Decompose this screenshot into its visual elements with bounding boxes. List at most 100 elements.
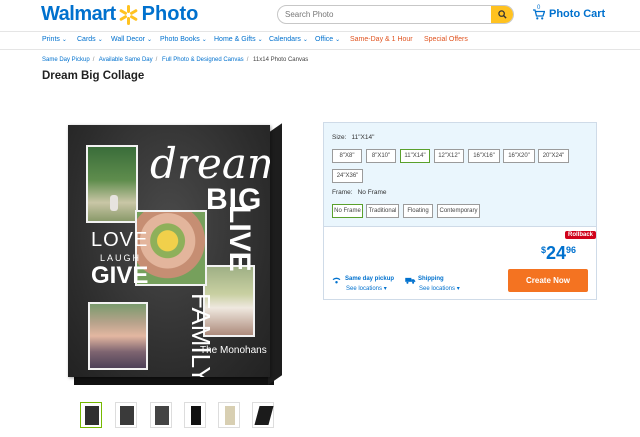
walmart-photo-logo[interactable]: Walmart Photo — [41, 3, 198, 26]
nav-label: Office — [315, 36, 334, 43]
logo-product: Photo — [141, 3, 199, 25]
thumbnail[interactable] — [218, 402, 240, 428]
nav-label: Photo Books — [160, 36, 200, 43]
breadcrumb-current: 11x14 Photo Canvas — [253, 57, 309, 63]
search-bar — [277, 5, 514, 24]
nav-label: Cards — [77, 36, 96, 43]
breadcrumb-separator: / — [155, 57, 158, 63]
category-nav: Prints ⌄ Cards ⌄ Wall Decor ⌄ Photo Books ⌄ … — [0, 31, 640, 50]
size-option[interactable]: 8"X8" — [332, 149, 362, 163]
frame-label-text: Frame: — [332, 189, 353, 196]
frame-option[interactable]: Contemporary — [437, 204, 480, 218]
nav-label: Special Offers — [424, 36, 468, 43]
pickup-option: Same day pickup See locations ▾ — [345, 276, 394, 292]
canvas-word: dream — [150, 139, 270, 188]
thumbnail[interactable] — [252, 402, 274, 428]
price: $2496 — [541, 243, 576, 264]
breadcrumb: Same Day Pickup / Available Same Day / Ful… — [42, 57, 308, 63]
nav-same-day[interactable]: Same-Day & 1 Hour — [350, 36, 413, 43]
thumbnail[interactable] — [184, 402, 206, 428]
size-label: Size: 11"X14" — [332, 134, 374, 141]
shipping-option: Shipping See locations ▾ — [418, 276, 460, 292]
pickup-icon — [332, 277, 341, 284]
rollback-badge: Rollback — [565, 231, 597, 239]
pickup-link-text: See locations — [346, 286, 383, 292]
collage-photo — [86, 145, 138, 223]
shipping-link-text: See locations — [419, 286, 456, 292]
nav-photo-books[interactable]: Photo Books ⌄ — [160, 36, 207, 43]
canvas-edge — [268, 123, 282, 386]
nav-special-offers[interactable]: Special Offers — [424, 36, 468, 43]
nav-calendars[interactable]: Calendars ⌄ — [269, 36, 308, 43]
pickup-title: Same day pickup — [345, 276, 395, 282]
canvas-design: dream BIG LIVE LOVE LAUGH GIVE FAMILY Th… — [68, 125, 270, 377]
photo-cart-link[interactable]: 0 Photo Cart — [533, 5, 606, 20]
search-button[interactable] — [491, 6, 513, 23]
chevron-down-icon: ⌄ — [257, 37, 263, 43]
chevron-down-icon: ⌄ — [146, 37, 152, 43]
search-input[interactable] — [278, 6, 492, 23]
breadcrumb-link[interactable]: Full Photo & Designed Canvas — [162, 57, 244, 63]
product-image[interactable]: dream BIG LIVE LOVE LAUGH GIVE FAMILY Th… — [68, 123, 282, 386]
thumbnail[interactable] — [115, 402, 137, 428]
chevron-down-icon: ▾ — [456, 286, 460, 292]
chevron-down-icon: ▾ — [383, 286, 387, 292]
canvas-word: LOVE — [91, 229, 149, 251]
nav-office[interactable]: Office ⌄ — [315, 36, 340, 43]
page-title: Dream Big Collage — [42, 70, 145, 82]
canvas-word: LIVE — [223, 205, 256, 272]
canvas-edge — [74, 377, 274, 385]
logo-wordmark: Walmart — [41, 3, 116, 25]
nav-home-gifts[interactable]: Home & Gifts ⌄ — [214, 36, 263, 43]
frame-option[interactable]: Floating — [403, 204, 433, 218]
nav-prints[interactable]: Prints ⌄ — [42, 36, 67, 43]
cart-count: 0 — [537, 5, 541, 11]
chevron-down-icon: ⌄ — [302, 37, 308, 43]
price-currency: $ — [541, 245, 547, 255]
frame-label: Frame: No Frame — [332, 189, 387, 196]
create-now-button[interactable]: Create Now — [508, 269, 588, 292]
search-icon — [497, 10, 507, 19]
nav-label: Wall Decor — [111, 36, 145, 43]
spark-icon — [119, 4, 139, 25]
thumbnail[interactable] — [80, 402, 102, 428]
price-cents: 96 — [566, 245, 577, 255]
breadcrumb-link[interactable]: Available Same Day — [99, 57, 153, 63]
frame-value: No Frame — [357, 189, 387, 196]
chevron-down-icon: ⌄ — [97, 37, 103, 43]
frame-option-selected[interactable]: No Frame — [332, 204, 363, 218]
canvas-word: FAMILY — [186, 293, 216, 377]
chevron-down-icon: ⌄ — [61, 37, 67, 43]
frame-option[interactable]: Traditional — [366, 204, 399, 218]
breadcrumb-separator: / — [92, 57, 95, 63]
size-option[interactable]: 12"X12" — [434, 149, 464, 163]
nav-label: Calendars — [269, 36, 301, 43]
chevron-down-icon: ⌄ — [335, 37, 341, 43]
size-option[interactable]: 24"X36" — [332, 169, 363, 183]
header: Walmart Photo 0 Photo Cart — [0, 0, 640, 31]
size-label-text: Size: — [332, 134, 347, 141]
nav-wall-decor[interactable]: Wall Decor ⌄ — [111, 36, 152, 43]
breadcrumb-link[interactable]: Same Day Pickup — [42, 57, 90, 63]
nav-label: Same-Day & 1 Hour — [350, 36, 413, 43]
collage-photo — [88, 302, 148, 370]
truck-icon — [405, 277, 416, 284]
size-option[interactable]: 20"X24" — [538, 149, 569, 163]
price-dollars: 24 — [546, 243, 567, 263]
nav-cards[interactable]: Cards ⌄ — [77, 36, 103, 43]
size-option[interactable]: 8"X10" — [366, 149, 396, 163]
cart-label: Photo Cart — [549, 8, 606, 20]
nav-label: Home & Gifts — [214, 36, 256, 43]
shipping-title: Shipping — [418, 276, 444, 282]
nav-label: Prints — [42, 36, 60, 43]
canvas-word: GIVE — [91, 262, 149, 289]
breadcrumb-separator: / — [246, 57, 249, 63]
size-option-selected[interactable]: 11"X14" — [400, 149, 430, 163]
size-option[interactable]: 16"X16" — [468, 149, 500, 163]
canvas-signature: The Monohans — [200, 345, 267, 356]
shipping-see-locations[interactable]: See locations ▾ — [419, 285, 460, 292]
chevron-down-icon: ⌄ — [201, 37, 207, 43]
thumbnail[interactable] — [150, 402, 172, 428]
size-option[interactable]: 16"X20" — [503, 149, 535, 163]
pickup-see-locations[interactable]: See locations ▾ — [346, 285, 394, 292]
